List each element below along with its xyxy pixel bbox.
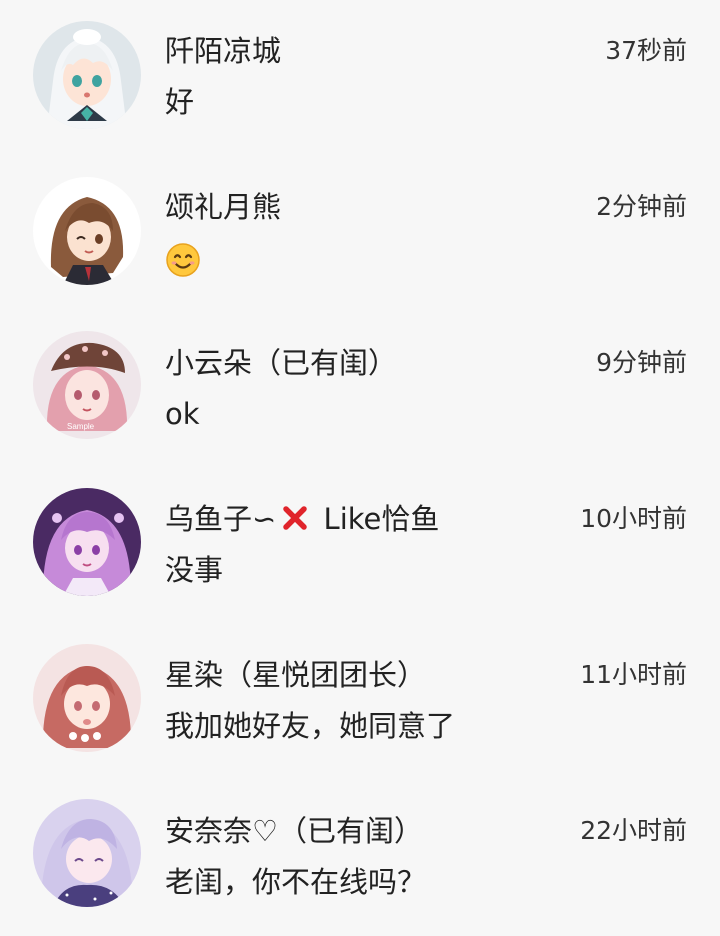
chat-item-4[interactable]: 乌鱼子∽ Like恰鱼 10小时前 没事 bbox=[0, 468, 720, 624]
contact-name: 小云朵（已有闺） bbox=[165, 346, 398, 380]
message-preview: 没事 bbox=[165, 553, 224, 587]
message-time: 11小时前 bbox=[580, 660, 687, 689]
contact-name: 乌鱼子∽ Like恰鱼 bbox=[165, 501, 439, 541]
anime-girl-pink-hair-beret-avatar[interactable]: Sample bbox=[33, 331, 141, 439]
contact-name: 星染（星悦团团长） bbox=[165, 658, 427, 692]
message-time: 9分钟前 bbox=[596, 348, 687, 377]
message-time: 22小时前 bbox=[580, 816, 687, 845]
contact-name: 颂礼月熊 bbox=[165, 190, 282, 224]
chat-item-5[interactable]: 星染（星悦团团长） 11小时前 我加她好友，她同意了 bbox=[0, 624, 720, 780]
message-preview: ok bbox=[165, 397, 200, 431]
message-time: 2分钟前 bbox=[596, 192, 687, 221]
message-preview: 我加她好友，她同意了 bbox=[165, 709, 456, 743]
anime-girl-brown-hair-wink-avatar[interactable] bbox=[33, 177, 141, 285]
anime-girl-purple-hair-avatar[interactable] bbox=[33, 488, 141, 596]
message-time: 10小时前 bbox=[580, 504, 687, 533]
chat-item-2[interactable]: 颂礼月熊 2分钟前 bbox=[0, 156, 720, 312]
message-preview bbox=[165, 240, 201, 278]
message-time: 37秒前 bbox=[605, 36, 687, 65]
anime-girl-white-hair-avatar[interactable] bbox=[33, 21, 141, 129]
anime-girl-red-hair-avatar[interactable] bbox=[33, 644, 141, 752]
contact-name-suffix: Like恰鱼 bbox=[314, 502, 440, 536]
chat-list: 阡陌凉城 37秒前 好 颂礼月熊 2分钟前 Sample 小云朵（已有闺） 9分… bbox=[0, 0, 720, 929]
chat-item-6[interactable]: 安奈奈♡（已有闺） 22小时前 老闺，你不在线吗？ bbox=[0, 780, 720, 936]
contact-name-prefix: 乌鱼子∽ bbox=[165, 502, 277, 536]
contact-name: 阡陌凉城 bbox=[165, 34, 282, 68]
chat-item-3[interactable]: Sample 小云朵（已有闺） 9分钟前 ok bbox=[0, 312, 720, 468]
message-preview: 好 bbox=[165, 85, 195, 119]
smiling-face-emoji bbox=[165, 242, 201, 278]
svg-text:Sample: Sample bbox=[67, 422, 95, 431]
message-preview: 老闺，你不在线吗？ bbox=[165, 865, 427, 899]
contact-name: 安奈奈♡（已有闺） bbox=[165, 814, 423, 848]
cross-mark-emoji bbox=[280, 503, 310, 541]
chat-item-1[interactable]: 阡陌凉城 37秒前 好 bbox=[0, 0, 720, 156]
anime-girl-lavender-hair-avatar[interactable] bbox=[33, 799, 141, 907]
